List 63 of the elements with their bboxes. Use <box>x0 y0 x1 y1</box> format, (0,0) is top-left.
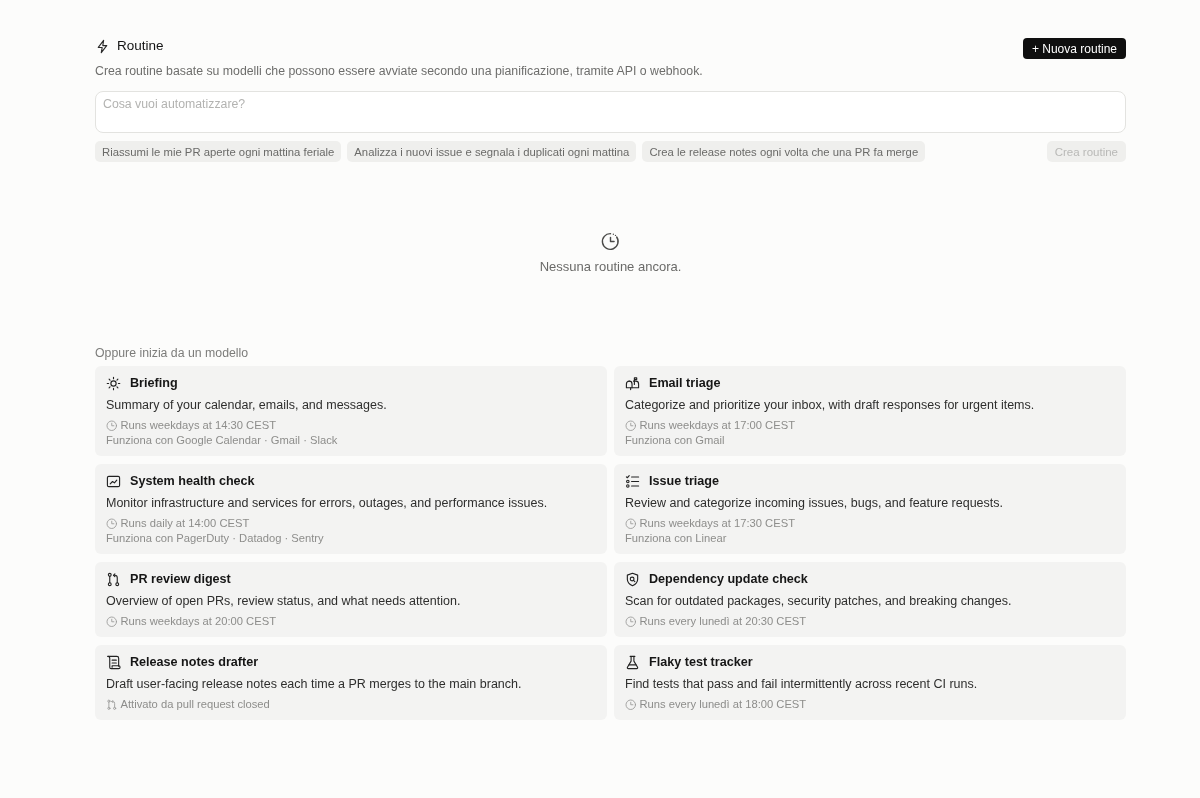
suggestion-chip[interactable]: Analizza i nuovi issue e segnala i duplicati ogni mattina <box>347 141 637 162</box>
bolt-icon <box>95 38 110 54</box>
card-description: Overview of open PRs, review status, and what needs attention. <box>106 593 462 610</box>
checklist-icon <box>625 473 640 489</box>
new-routine-button[interactable]: + Nuova routine <box>1022 38 1126 59</box>
suggestion-chip[interactable]: Crea le release notes ogni volta che una PR fa merge <box>642 141 926 162</box>
page-title: Routine <box>117 37 164 55</box>
trigger-text: Attivato da pull request closed <box>120 697 270 712</box>
clock-icon <box>625 517 637 530</box>
empty-message: Nessuna routine ancora. <box>539 259 682 275</box>
card-title: Flaky test tracker <box>649 654 753 671</box>
card-title: PR review digest <box>130 571 231 588</box>
integrations-text: Funziona con PagerDuty · Datadog · Sentry <box>106 531 325 546</box>
prompt-field[interactable]: Cosa vuoi automatizzare? <box>95 91 1126 133</box>
integrations-text: Funziona con Google Calendar · Gmail · Slack <box>106 433 339 448</box>
card-description: Monitor infrastructure and services for errors, outages, and performance issues. <box>106 495 549 512</box>
card-title: Issue triage <box>649 473 719 490</box>
card-description: Scan for outdated packages, security patches, and breaking changes. <box>625 593 1013 610</box>
card-description: Review and categorize incoming issues, bugs, and feature requests. <box>625 495 1004 512</box>
card-title: Briefing <box>130 375 178 392</box>
clock-icon <box>106 517 118 530</box>
template-card[interactable]: System health check Monitor infrastructure and services for errors, outages, and performance issues. Runs daily at 14:00 CEST Funziona con PagerDuty · Datadog · Sentry <box>95 464 607 554</box>
suggestion-chip[interactable]: Riassumi le mie PR aperte ogni mattina feriale <box>95 141 342 162</box>
card-title: Email triage <box>649 375 721 392</box>
template-card[interactable]: Release notes drafter Draft user-facing release notes each time a PR merges to the main branch. Attivato da pull request closed <box>95 645 607 720</box>
shield-search-icon <box>625 571 640 587</box>
sun-icon <box>106 375 121 391</box>
clock-icon <box>625 419 637 432</box>
clock-icon <box>106 419 118 432</box>
card-description: Draft user-facing release notes each time a PR merges to the main branch. <box>106 676 523 693</box>
schedule-text: Runs weekdays at 14:30 CEST <box>120 418 276 433</box>
template-card[interactable]: Dependency update check Scan for outdated packages, security patches, and breaking changes. Runs every lunedì at 20:30 CEST <box>614 562 1126 637</box>
schedule-text: Runs weekdays at 20:00 CEST <box>120 614 276 629</box>
flask-icon <box>625 654 640 670</box>
card-title: System health check <box>130 473 255 490</box>
section-heading: Oppure inizia da un modello <box>95 345 250 361</box>
clock-icon <box>106 615 118 628</box>
scroll-icon <box>106 654 121 670</box>
schedule-text: Runs daily at 14:00 CEST <box>120 516 250 531</box>
schedule-text: Runs weekdays at 17:30 CEST <box>639 516 795 531</box>
clock-icon <box>601 232 620 251</box>
integrations-text: Funziona con Linear <box>625 531 728 546</box>
card-title: Release notes drafter <box>130 654 259 671</box>
mailbox-icon <box>625 375 640 391</box>
line-chart-icon <box>106 473 121 489</box>
template-card[interactable]: Flaky test tracker Find tests that pass and fail intermittently across recent CI runs. Runs every lunedì at 18:00 CEST <box>614 645 1126 720</box>
pull-request-icon <box>106 571 121 587</box>
clock-icon <box>625 615 637 628</box>
integrations-text: Funziona con Gmail <box>625 433 726 448</box>
pull-request-icon <box>106 698 118 711</box>
template-card[interactable]: PR review digest Overview of open PRs, review status, and what needs attention. Runs weekdays at 20:00 CEST <box>95 562 607 637</box>
schedule-text: Runs every lunedì at 20:30 CEST <box>639 614 807 629</box>
template-card[interactable]: Email triage Categorize and prioritize your inbox, with draft responses for urgent items. Runs weekdays at 17:00 CEST Funziona con Gmail <box>614 366 1126 456</box>
card-description: Summary of your calendar, emails, and messages. <box>106 397 388 414</box>
schedule-text: Runs weekdays at 17:00 CEST <box>639 418 795 433</box>
card-description: Find tests that pass and fail intermittently across recent CI runs. <box>625 676 979 693</box>
clock-icon <box>625 698 637 711</box>
card-title: Dependency update check <box>649 571 808 588</box>
schedule-text: Runs every lunedì at 18:00 CEST <box>639 697 807 712</box>
template-card[interactable]: Briefing Summary of your calendar, emails, and messages. Runs weekdays at 14:30 CEST Funziona con Google Calendar · Gmail · Slack <box>95 366 607 456</box>
template-card[interactable]: Issue triage Review and categorize incoming issues, bugs, and feature requests. Runs weekdays at 17:30 CEST Funziona con Linear <box>614 464 1126 554</box>
card-description: Categorize and prioritize your inbox, with draft responses for urgent items. <box>625 397 1036 414</box>
page-subtitle: Crea routine basate su modelli che possono essere avviate secondo una pianificazione, tramite API o webhook. <box>95 63 704 79</box>
